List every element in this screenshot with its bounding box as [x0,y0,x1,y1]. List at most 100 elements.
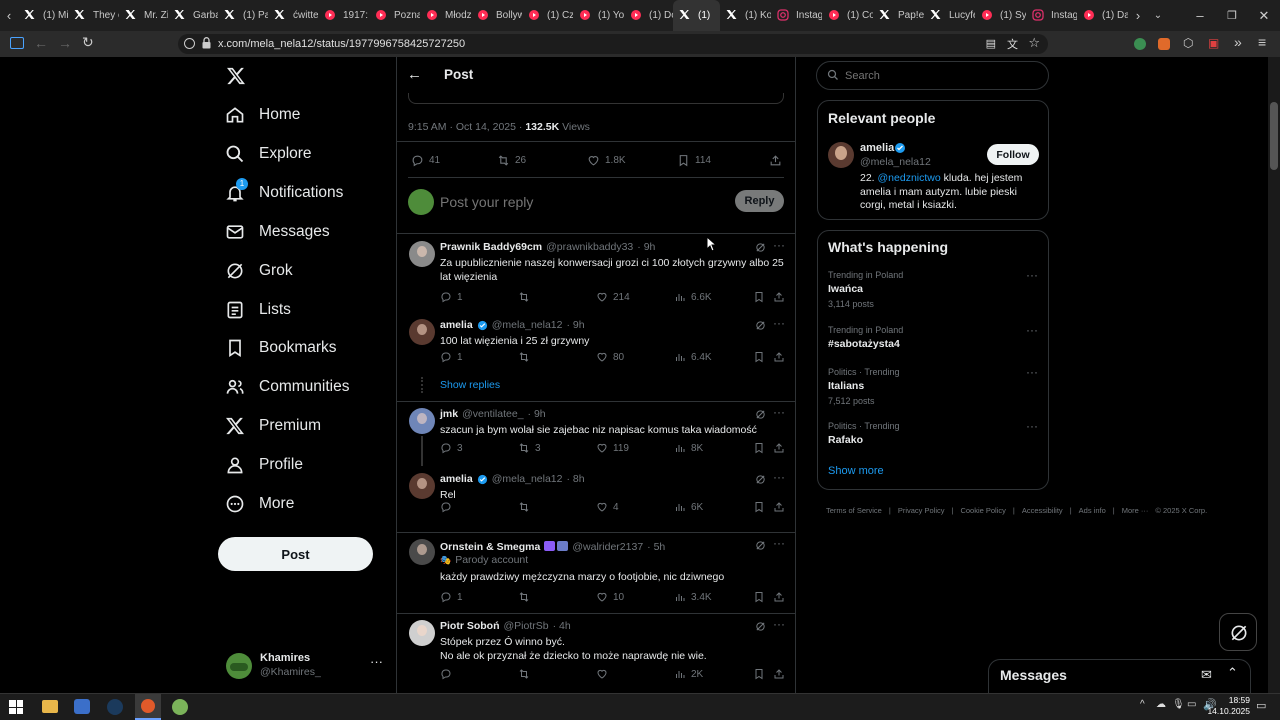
reply-avatar[interactable] [409,408,435,434]
browser-tab[interactable]: (1) Cz [522,0,573,31]
reply-time[interactable]: · 8h [567,473,585,485]
reply-action[interactable]: 1 [440,351,463,363]
search-input[interactable] [845,67,1035,85]
extension-shield-icon[interactable] [1134,38,1146,50]
reply-author-name[interactable]: Piotr Soboń [440,620,500,632]
browser-menu-icon[interactable]: ≡ [1258,34,1266,50]
bookmark-action[interactable] [753,668,765,680]
browser-tab[interactable]: Mr. Zi [119,0,168,31]
translate-icon[interactable]: 文 [1007,36,1018,52]
trend-item[interactable]: Politics · Trending Rafako ··· [828,419,1040,446]
browser-tab[interactable]: Pap!e: [873,0,924,31]
sidebar-toggle-icon[interactable] [10,37,24,49]
reply-time[interactable]: · 9h [528,408,546,420]
more-options-icon[interactable]: ··· [773,316,785,330]
browser-tab[interactable]: Lucyfe [924,0,975,31]
scrollbar-thumb[interactable] [1270,102,1278,170]
sidebar-item-grok[interactable]: Grok [225,261,293,281]
microphone-icon[interactable]: 🎙 [1172,699,1185,710]
reply-action[interactable]: 3 [440,442,463,454]
post-button[interactable]: Post [218,537,373,571]
messages-drawer[interactable]: Messages ✉ ⌃ [988,659,1251,693]
more-options-icon[interactable]: ··· [773,470,785,484]
reply-author-name[interactable]: amelia [440,319,473,331]
bio-mention-link[interactable]: @nedznictwo [878,172,941,184]
person-avatar[interactable] [828,142,854,168]
expand-chevrons-icon[interactable]: ⌃ [1227,665,1238,681]
footer-link[interactable]: Accessibility [1022,506,1063,515]
browser-tab[interactable]: (1) Sy [975,0,1026,31]
trend-item[interactable]: Trending in Poland #sabotażysta4 ··· [828,323,1040,350]
views-action[interactable]: 8K [674,442,703,454]
tab-scroll-right-icon[interactable]: › [1128,8,1148,23]
show-more-link[interactable]: Show more [828,465,884,477]
bookmark-action[interactable]: 114 [677,154,711,167]
tray-chevron-icon[interactable]: ^ [1140,699,1145,710]
sidebar-item-premium[interactable]: Premium [225,416,321,436]
minimize-window-button[interactable]: – [1184,0,1216,31]
search-box[interactable] [816,61,1049,90]
new-message-icon[interactable]: ✉ [1201,667,1212,683]
reply-author-name[interactable]: Prawnik Baddy69cm [440,241,542,253]
post-timestamp[interactable]: 9:15 AM · Oct 14, 2025 · [408,121,525,133]
reply-avatar[interactable] [409,539,435,565]
reply-time[interactable]: · 4h [553,620,571,632]
maximize-window-button[interactable]: ❐ [1216,0,1248,31]
repost-action[interactable] [518,501,535,513]
windows-start-icon[interactable] [9,700,23,714]
sidebar-item-messages[interactable]: Messages [225,222,330,242]
footer-link[interactable]: Ads info [1079,506,1106,515]
share-action[interactable] [773,351,785,363]
browser-tab[interactable]: Młodz [420,0,471,31]
bookmark-action[interactable] [753,442,765,454]
share-action[interactable] [773,442,785,454]
star-bookmark-icon[interactable]: ☆ [1028,35,1040,51]
trend-more-icon[interactable]: ··· [1026,323,1038,337]
app-globe-icon[interactable] [172,699,188,715]
shield-icon[interactable] [184,38,195,49]
address-bar[interactable]: x.com/mela_nela12/status/197799675842572… [178,34,1048,54]
share-action[interactable] [773,668,785,680]
browser-tab[interactable]: (1) Ko [720,0,771,31]
grok-icon[interactable] [755,242,766,253]
repost-action[interactable] [518,668,535,680]
like-action[interactable]: 119 [596,442,629,454]
grok-icon[interactable] [755,474,766,485]
extensions-puzzle-icon[interactable]: ⬡ [1183,36,1193,50]
reply-avatar[interactable] [409,620,435,646]
reload-icon[interactable]: ↻ [82,34,94,51]
notification-center-icon[interactable]: ▭ [1256,699,1266,712]
network-icon[interactable]: ▭ [1187,699,1196,710]
x-logo-icon[interactable] [226,66,246,86]
share-action[interactable] [769,154,782,167]
account-more-icon[interactable]: ··· [370,654,383,669]
browser-tab[interactable]: Instag [771,0,822,31]
sidebar-item-notifications[interactable]: 1 Notifications [225,177,343,203]
repost-action[interactable] [518,351,535,363]
reply-post[interactable]: Ornstein & Smegma @walrider2137 · 5h ··· 🎭 Pa… [397,533,795,614]
browser-tab[interactable]: (1) Pa [218,0,268,31]
views-action[interactable]: 6.4K [674,351,712,363]
back-arrow-icon[interactable]: ← [34,35,48,51]
repost-action[interactable] [518,591,535,603]
grok-icon[interactable] [755,409,766,420]
extension-badge-icon[interactable]: ▣ [1208,36,1219,50]
grok-icon[interactable] [755,540,766,551]
grok-floating-button[interactable] [1219,613,1257,651]
grok-icon[interactable] [755,320,766,331]
sidebar-item-lists[interactable]: Lists [225,300,291,320]
browser-tab[interactable]: (1) Yo [573,0,624,31]
reply-time[interactable]: · 9h [567,319,585,331]
show-replies-link[interactable]: Show replies [440,379,500,391]
share-action[interactable] [773,501,785,513]
more-options-icon[interactable]: ··· [773,617,785,631]
browser-tab[interactable]: (1) Mi [18,0,68,31]
reply-action[interactable]: 41 [411,154,440,167]
share-action[interactable] [773,291,785,303]
trend-item[interactable]: Trending in Poland Iwańca 3,114 posts ··· [828,268,1040,309]
reply-input[interactable] [440,191,680,213]
account-switcher[interactable]: Khamires @Khamires_ ··· [226,651,386,681]
tray-cloud-icon[interactable]: ☁ [1156,699,1166,710]
trend-more-icon[interactable]: ··· [1026,365,1038,379]
views-action[interactable]: 3.4K [674,591,712,603]
